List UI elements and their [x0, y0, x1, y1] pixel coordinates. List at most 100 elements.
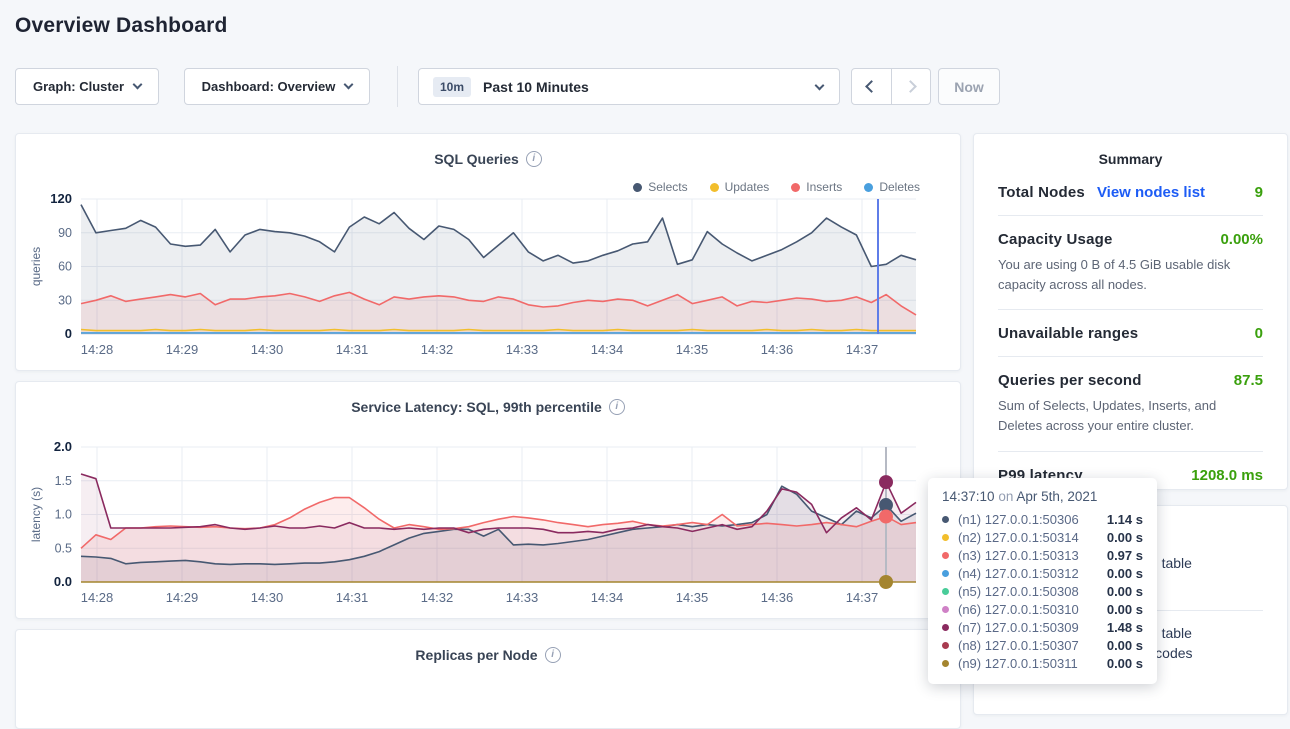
- chevron-left-icon: [865, 80, 878, 93]
- node-color-dot-icon: [942, 588, 949, 595]
- tooltip-node-row: (n1) 127.0.0.1:503061.14 s: [942, 510, 1143, 528]
- node-address: (n5) 127.0.0.1:50308: [958, 584, 1079, 599]
- tooltip-node-row: (n9) 127.0.0.1:50311 0.00 s: [942, 654, 1143, 672]
- y-tick-label: 0.0: [54, 574, 72, 589]
- x-tick-label: 14:31: [336, 342, 369, 357]
- node-color-dot-icon: [942, 660, 949, 667]
- time-step-group: [851, 68, 931, 105]
- tooltip-timestamp: 14:37:10 on Apr 5th, 2021: [942, 489, 1143, 504]
- node-latency-value: 0.00 s: [1107, 656, 1143, 671]
- node-address: (n4) 127.0.0.1:50312: [958, 566, 1079, 581]
- capacity-usage-label: Capacity Usage: [998, 231, 1113, 248]
- node-address: (n3) 127.0.0.1:50313: [958, 548, 1079, 563]
- tooltip-node-row: (n2) 127.0.0.1:503140.00 s: [942, 528, 1143, 546]
- node-color-dot-icon: [942, 642, 949, 649]
- node-latency-value: 0.00 s: [1107, 602, 1143, 617]
- dashboard-dropdown[interactable]: Dashboard: Overview: [184, 68, 370, 105]
- x-tick-label: 14:36: [761, 342, 794, 357]
- chart-hover-tooltip: 14:37:10 on Apr 5th, 2021 (n1) 127.0.0.1…: [928, 478, 1157, 684]
- sql-queries-card: SQL Queries i SelectsUpdatesInsertsDelet…: [15, 133, 961, 371]
- y-axis-unit-label: latency (s): [29, 487, 43, 542]
- now-button[interactable]: Now: [938, 68, 1000, 105]
- x-tick-label: 14:34: [591, 590, 624, 605]
- time-prev-button[interactable]: [851, 68, 892, 105]
- node-latency-value: 0.00 s: [1107, 530, 1143, 545]
- x-tick-label: 14:32: [421, 342, 454, 357]
- dashboard-dropdown-label: Dashboard: Overview: [202, 79, 336, 94]
- chevron-down-icon: [815, 81, 825, 91]
- view-nodes-list-link[interactable]: View nodes list: [1097, 184, 1205, 201]
- overview-dashboard-page: Overview Dashboard Graph: Cluster Dashbo…: [0, 0, 1290, 689]
- hover-dot: [879, 475, 893, 489]
- y-tick-label: 1.0: [55, 508, 72, 522]
- node-color-dot-icon: [942, 624, 949, 631]
- node-color-dot-icon: [942, 516, 949, 523]
- p99-latency-value: 1208.0 ms: [1191, 467, 1263, 484]
- node-address: (n1) 127.0.0.1:50306: [958, 512, 1079, 527]
- hover-dot: [879, 510, 893, 524]
- tooltip-node-row: (n7) 127.0.0.1:50309 1.48 s: [942, 618, 1143, 636]
- x-tick-label: 14:30: [251, 590, 284, 605]
- time-range-badge: 10m: [433, 77, 471, 97]
- summary-panel: Summary Total Nodes View nodes list 9 Ca…: [973, 133, 1288, 490]
- x-tick-label: 14:35: [676, 590, 709, 605]
- x-tick-label: 14:32: [421, 590, 454, 605]
- y-tick-label: 30: [58, 293, 72, 307]
- info-icon[interactable]: i: [545, 647, 561, 663]
- summary-row-capacity: Capacity Usage 0.00% You are using 0 B o…: [998, 216, 1263, 310]
- sql-queries-chart[interactable]: 0 30 60 90 120 14:28 14:29 14:30 14:31 14:32 14:33…: [16, 134, 960, 370]
- x-tick-label: 14:36: [761, 590, 794, 605]
- x-tick-label: 14:28: [81, 342, 114, 357]
- chevron-down-icon: [133, 80, 143, 90]
- tooltip-node-row: (n6) 127.0.0.1:50310 0.00 s: [942, 600, 1143, 618]
- summary-row-total-nodes: Total Nodes View nodes list 9: [998, 169, 1263, 216]
- node-color-dot-icon: [942, 552, 949, 559]
- node-address: (n6) 127.0.0.1:50310: [958, 602, 1079, 617]
- node-address: (n9) 127.0.0.1:50311: [958, 656, 1078, 671]
- time-next-button[interactable]: [892, 68, 932, 105]
- node-address: (n7) 127.0.0.1:50309: [958, 620, 1079, 635]
- time-range-dropdown[interactable]: 10m Past 10 Minutes: [418, 68, 840, 105]
- y-axis-unit-label: queries: [29, 247, 43, 286]
- replicas-per-node-card: Replicas per Node i: [15, 629, 961, 729]
- unavailable-ranges-label: Unavailable ranges: [998, 325, 1138, 342]
- node-latency-value: 1.48 s: [1107, 620, 1143, 635]
- total-nodes-label: Total Nodes: [998, 184, 1085, 201]
- x-tick-label: 14:28: [81, 590, 114, 605]
- y-tick-label: 120: [50, 191, 72, 206]
- tooltip-node-row: (n4) 127.0.0.1:50312 0.00 s: [942, 564, 1143, 582]
- y-tick-label: 2.0: [54, 439, 72, 454]
- node-latency-value: 0.00 s: [1107, 566, 1143, 581]
- unavailable-ranges-value: 0: [1255, 325, 1263, 342]
- x-tick-label: 14:37: [846, 342, 879, 357]
- x-tick-label: 14:30: [251, 342, 284, 357]
- node-latency-value: 0.97 s: [1107, 548, 1143, 563]
- toolbar-divider: [397, 66, 398, 107]
- chevron-down-icon: [344, 80, 354, 90]
- queries-per-second-desc: Sum of Selects, Updates, Inserts, and De…: [998, 396, 1263, 436]
- summary-title: Summary: [998, 134, 1263, 169]
- hover-dot: [879, 575, 893, 589]
- page-title: Overview Dashboard: [15, 14, 228, 38]
- total-nodes-value: 9: [1255, 184, 1263, 201]
- service-latency-chart[interactable]: 0.00.51.01.52.014:2814:2914:3014:3114:32…: [16, 382, 960, 618]
- service-latency-card: Service Latency: SQL, 99th percentile i …: [15, 381, 961, 619]
- node-address: (n8) 127.0.0.1:50307: [958, 638, 1079, 653]
- y-tick-label: 0.5: [55, 541, 72, 555]
- node-latency-value: 0.00 s: [1107, 584, 1143, 599]
- y-tick-label: 60: [58, 260, 72, 274]
- x-tick-label: 14:29: [166, 342, 199, 357]
- capacity-usage-value: 0.00%: [1220, 231, 1263, 248]
- x-tick-label: 14:31: [336, 590, 369, 605]
- tooltip-node-row: (n3) 127.0.0.1:50313 0.97 s: [942, 546, 1143, 564]
- chevron-right-icon: [904, 80, 917, 93]
- y-tick-label: 0: [65, 326, 72, 341]
- queries-per-second-value: 87.5: [1234, 372, 1263, 389]
- graph-dropdown-label: Graph: Cluster: [33, 79, 124, 94]
- x-tick-label: 14:33: [506, 342, 539, 357]
- y-tick-label: 90: [58, 226, 72, 240]
- graph-dropdown[interactable]: Graph: Cluster: [15, 68, 159, 105]
- x-tick-label: 14:35: [676, 342, 709, 357]
- time-range-label: Past 10 Minutes: [483, 79, 589, 95]
- node-latency-value: 0.00 s: [1107, 638, 1143, 653]
